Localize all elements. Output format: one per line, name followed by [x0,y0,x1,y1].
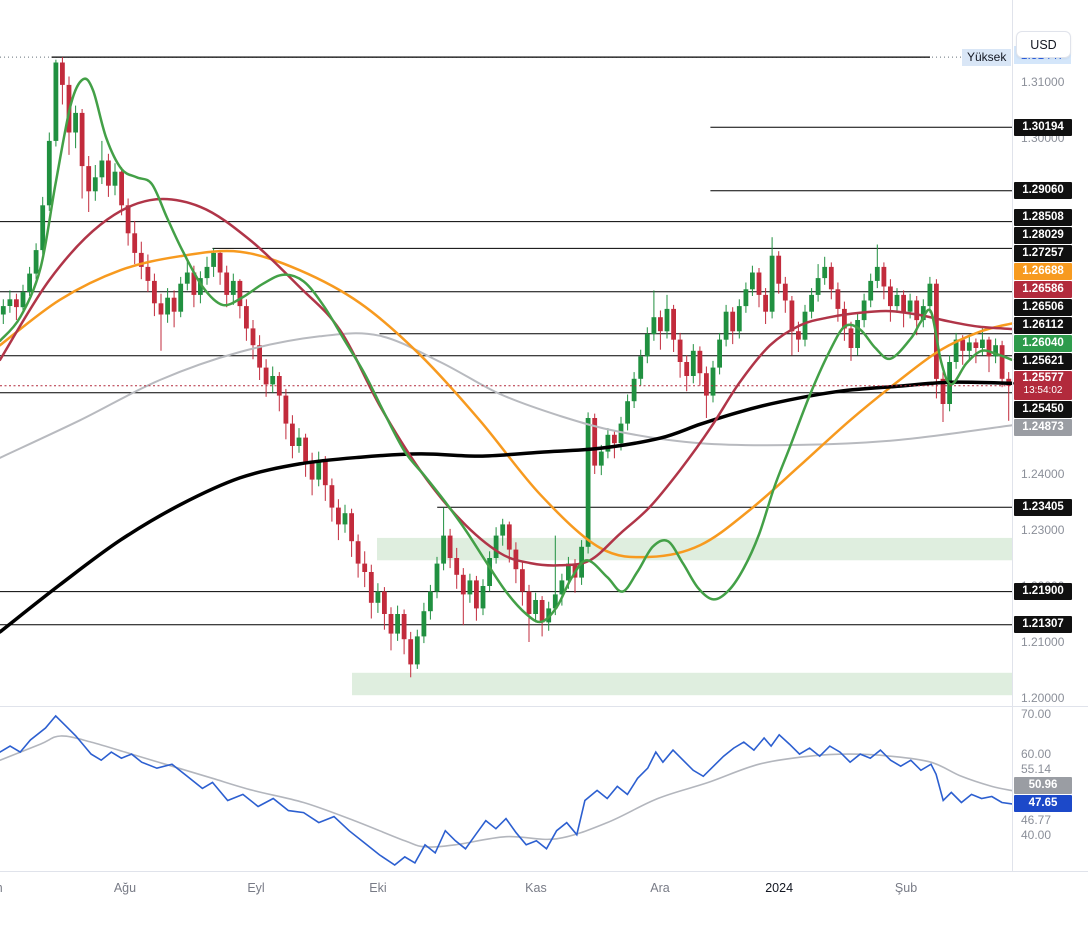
rsi-line [0,714,1013,866]
price-axis[interactable]: 1.310001.300001.240001.230001.220001.210… [1012,0,1088,871]
rsi-ma-line [0,735,1013,848]
price-badge-1.26040: 1.26040 [1014,335,1072,353]
price-badge-1.24873: 1.24873 [1014,419,1072,437]
rsi-badge-47.65: 47.65 [1014,795,1072,813]
price-badge-1.26112: 1.26112 [1014,317,1072,335]
currency-toggle-button[interactable]: USD [1016,31,1071,58]
price-badge-1.29060: 1.29060 [1014,182,1072,200]
price-badge-1.28029: 1.28029 [1014,227,1072,245]
time-label-Şub: Şub [894,881,918,895]
rsi-tick: 60.00 [1021,747,1052,762]
time-axis[interactable]: Tem Ağu Eyl Eki Kas Ara 2024 Şub [0,871,1088,939]
high-price-label: Yüksek [962,49,1012,66]
price-badge-1.28508: 1.28508 [1014,209,1072,227]
time-label-Ağu: Ağu [113,881,137,895]
price-tick: 1.24000 [1021,467,1065,482]
price-badge-1.26688: 1.26688 [1014,263,1072,281]
candles-layer [0,57,1012,678]
price-badge-1.23405: 1.23405 [1014,498,1072,516]
price-badge-1.27257: 1.27257 [1014,245,1072,263]
time-label-2024: 2024 [765,881,794,895]
time-label-Tem: Tem [0,881,13,895]
price-tick: 1.20000 [1021,690,1065,705]
time-label-Eki: Eki [369,881,387,895]
trading-chart-window: 1.310001.300001.240001.230001.220001.210… [0,0,1088,939]
price-badge-1.25577: 1.25577 13:54:02 [1014,371,1072,401]
rsi-value-label: 55.14 [1021,762,1052,777]
sma-red [0,197,1014,567]
price-badge-1.25621: 1.25621 [1014,353,1072,371]
price-tick: 1.21000 [1021,635,1065,649]
sma-gray [0,332,1013,459]
price-badge-1.21307: 1.21307 [1014,616,1072,634]
price-badge-1.21900: 1.21900 [1014,583,1072,601]
candlestick-chart[interactable] [0,0,1088,939]
pane-separators [0,0,1088,871]
price-tick: 1.23000 [1021,523,1065,538]
price-badge-1.30194: 1.30194 [1014,118,1072,136]
rsi-pane [0,714,1013,866]
price-badge-1.25450: 1.25450 [1014,401,1072,419]
time-label-Ara: Ara [650,881,670,895]
price-badge-1.26586: 1.26586 [1014,281,1072,299]
rsi-badge-50.96: 50.96 [1014,777,1072,795]
price-badge-1.26506: 1.26506 [1014,299,1072,317]
time-label-Kas: Kas [525,881,547,895]
sma-orange [0,249,1014,559]
price-tick: 1.31000 [1021,75,1065,90]
rsi-value-label: 46.77 [1021,813,1052,828]
time-label-Eyl: Eyl [247,881,265,895]
rsi-tick: 40.00 [1021,827,1052,842]
rsi-tick: 70.00 [1021,706,1052,721]
